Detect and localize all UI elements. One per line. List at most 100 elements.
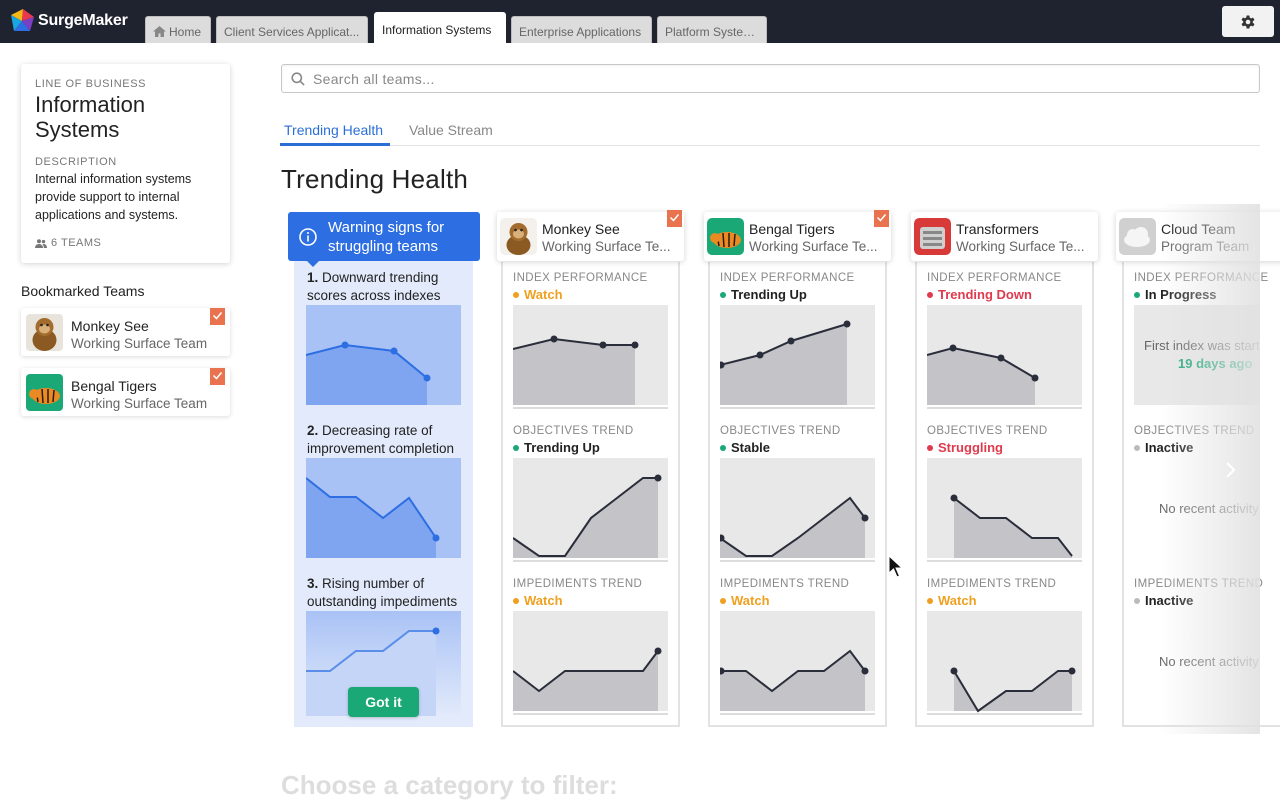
description-caption: DESCRIPTION bbox=[35, 156, 117, 168]
status-dot bbox=[720, 291, 726, 298]
objectives-status: Stable bbox=[720, 440, 770, 455]
people-icon bbox=[35, 238, 47, 248]
bookmark-icon[interactable] bbox=[874, 210, 889, 227]
tab-label: Enterprise Applications bbox=[519, 25, 642, 39]
status-dot bbox=[513, 291, 519, 298]
active-tab-indicator bbox=[280, 143, 390, 146]
impediments-trend-chart bbox=[720, 611, 875, 715]
objectives-trend-label: OBJECTIVES TREND bbox=[513, 425, 634, 437]
status-text: Trending Up bbox=[524, 440, 600, 455]
app-logo[interactable]: SurgeMaker bbox=[8, 7, 128, 35]
team-type: Working Surface Te... bbox=[749, 239, 878, 254]
index-status: In Progress bbox=[1134, 287, 1217, 302]
impediments-trend-label: IMPEDIMENTS TREND bbox=[513, 578, 643, 590]
team-type: Working Surface Te... bbox=[542, 239, 671, 254]
index-performance-label: INDEX PERFORMANCE bbox=[1134, 272, 1269, 284]
impediments-trend-label: IMPEDIMENTS TREND bbox=[927, 578, 1057, 590]
impediments-trend-label: IMPEDIMENTS TREND bbox=[720, 578, 850, 590]
impediments-trend-chart bbox=[513, 611, 668, 715]
monkey-avatar bbox=[26, 314, 63, 351]
lob-description: Internal information systems provide sup… bbox=[35, 172, 192, 222]
scroll-right-icon[interactable] bbox=[1222, 460, 1238, 480]
settings-button[interactable] bbox=[1222, 6, 1274, 37]
bookmark-icon[interactable] bbox=[667, 210, 682, 227]
tab-home[interactable]: Home bbox=[145, 16, 211, 43]
tab-label: Client Services Applicat... bbox=[224, 25, 360, 39]
bookmark-icon[interactable] bbox=[210, 368, 225, 385]
tab-trending-health[interactable]: Trending Health bbox=[284, 122, 383, 138]
impediments-trend-chart bbox=[927, 611, 1082, 715]
team-type: Program Team bbox=[1161, 239, 1250, 254]
item-text: Rising number of outstanding impediments bbox=[307, 576, 458, 609]
team-card-cloud-team[interactable]: Cloud Team Program Team bbox=[1116, 212, 1280, 261]
lob-title: Information Systems bbox=[35, 92, 146, 142]
team-name: Cloud Team bbox=[1161, 221, 1236, 237]
impediments-status: Watch bbox=[513, 593, 563, 608]
tab-enterprise-applications[interactable]: Enterprise Applications bbox=[511, 16, 652, 43]
team-card-monkey-see[interactable]: Monkey See Working Surface Te... bbox=[497, 210, 684, 261]
got-it-button[interactable]: Got it bbox=[348, 687, 419, 717]
team-name: Transformers bbox=[956, 221, 1039, 237]
index-performance-chart bbox=[927, 305, 1082, 409]
tab-label: Information Systems bbox=[382, 23, 492, 37]
item-text: Downward trending scores across indexes bbox=[307, 270, 441, 303]
status-text: Inactive bbox=[1145, 593, 1194, 608]
search-input[interactable] bbox=[313, 70, 1213, 87]
status-text: In Progress bbox=[1145, 287, 1217, 302]
days-ago-note: 19 days ago bbox=[1178, 356, 1253, 371]
status-dot bbox=[720, 597, 726, 604]
index-status: Trending Up bbox=[720, 287, 807, 302]
impediments-placeholder: No recent activity bbox=[1134, 611, 1260, 711]
filter-heading: Choose a category to filter: bbox=[281, 770, 618, 800]
index-performance-chart bbox=[720, 305, 875, 409]
tab-platform-systems[interactable]: Platform Systems bbox=[657, 16, 767, 43]
team-name: Bengal Tigers bbox=[749, 221, 835, 237]
status-text: Watch bbox=[524, 287, 563, 302]
warning-item-1: 1. Downward trending scores across index… bbox=[307, 269, 457, 305]
robot-avatar bbox=[914, 218, 951, 255]
bookmark-card-monkey-see[interactable]: Monkey See Working Surface Team bbox=[21, 308, 230, 356]
objectives-status: Struggling bbox=[927, 440, 1003, 455]
bookmarked-teams-heading: Bookmarked Teams bbox=[21, 283, 145, 299]
index-status: Watch bbox=[513, 287, 563, 302]
tab-information-systems[interactable]: Information Systems bbox=[374, 12, 506, 43]
tab-value-stream[interactable]: Value Stream bbox=[409, 122, 493, 138]
bookmark-card-bengal-tigers[interactable]: Bengal Tigers Working Surface Team bbox=[21, 368, 230, 416]
item-number: 2. bbox=[307, 423, 319, 438]
status-dot bbox=[1134, 444, 1140, 451]
index-performance-label: INDEX PERFORMANCE bbox=[927, 272, 1062, 284]
warning-header: Warning signs for struggling teams bbox=[288, 212, 480, 267]
warning-item-2: 2. Decreasing rate of improvement comple… bbox=[307, 422, 467, 458]
gear-icon bbox=[1241, 15, 1255, 28]
team-card-transformers[interactable]: Transformers Working Surface Te... bbox=[911, 212, 1098, 261]
item-text: Decreasing rate of improvement completio… bbox=[307, 423, 455, 456]
page-title: Trending Health bbox=[281, 164, 469, 194]
bookmark-icon[interactable] bbox=[210, 308, 225, 325]
objectives-trend-label: OBJECTIVES TREND bbox=[927, 425, 1048, 437]
search-bar[interactable] bbox=[281, 64, 1260, 93]
tiger-avatar bbox=[707, 218, 744, 255]
status-dot bbox=[927, 597, 933, 604]
status-text: Watch bbox=[938, 593, 977, 608]
tab-client-services[interactable]: Client Services Applicat... bbox=[216, 16, 368, 43]
bookmark-team-type: Working Surface Team bbox=[71, 396, 208, 411]
status-text: Trending Up bbox=[731, 287, 807, 302]
warning-pointer bbox=[306, 260, 320, 267]
impediments-status: Watch bbox=[927, 593, 977, 608]
app-name: SurgeMaker bbox=[38, 12, 128, 29]
status-dot bbox=[513, 597, 519, 604]
search-icon bbox=[291, 71, 305, 86]
impediments-status: Inactive bbox=[1134, 593, 1193, 608]
status-dot bbox=[927, 444, 933, 451]
info-icon bbox=[299, 228, 317, 246]
team-card-bengal-tigers[interactable]: Bengal Tigers Working Surface Te... bbox=[704, 210, 891, 261]
status-text: Struggling bbox=[938, 440, 1003, 455]
monkey-avatar bbox=[500, 218, 537, 255]
objectives-trend-chart bbox=[513, 458, 668, 562]
objectives-status: Trending Up bbox=[513, 440, 600, 455]
index-performance-label: INDEX PERFORMANCE bbox=[513, 272, 648, 284]
no-activity-note: No recent activity bbox=[1159, 654, 1259, 669]
tab-label: Platform Systems bbox=[665, 25, 760, 39]
index-performance-label: INDEX PERFORMANCE bbox=[720, 272, 855, 284]
status-text: Trending Down bbox=[938, 287, 1032, 302]
